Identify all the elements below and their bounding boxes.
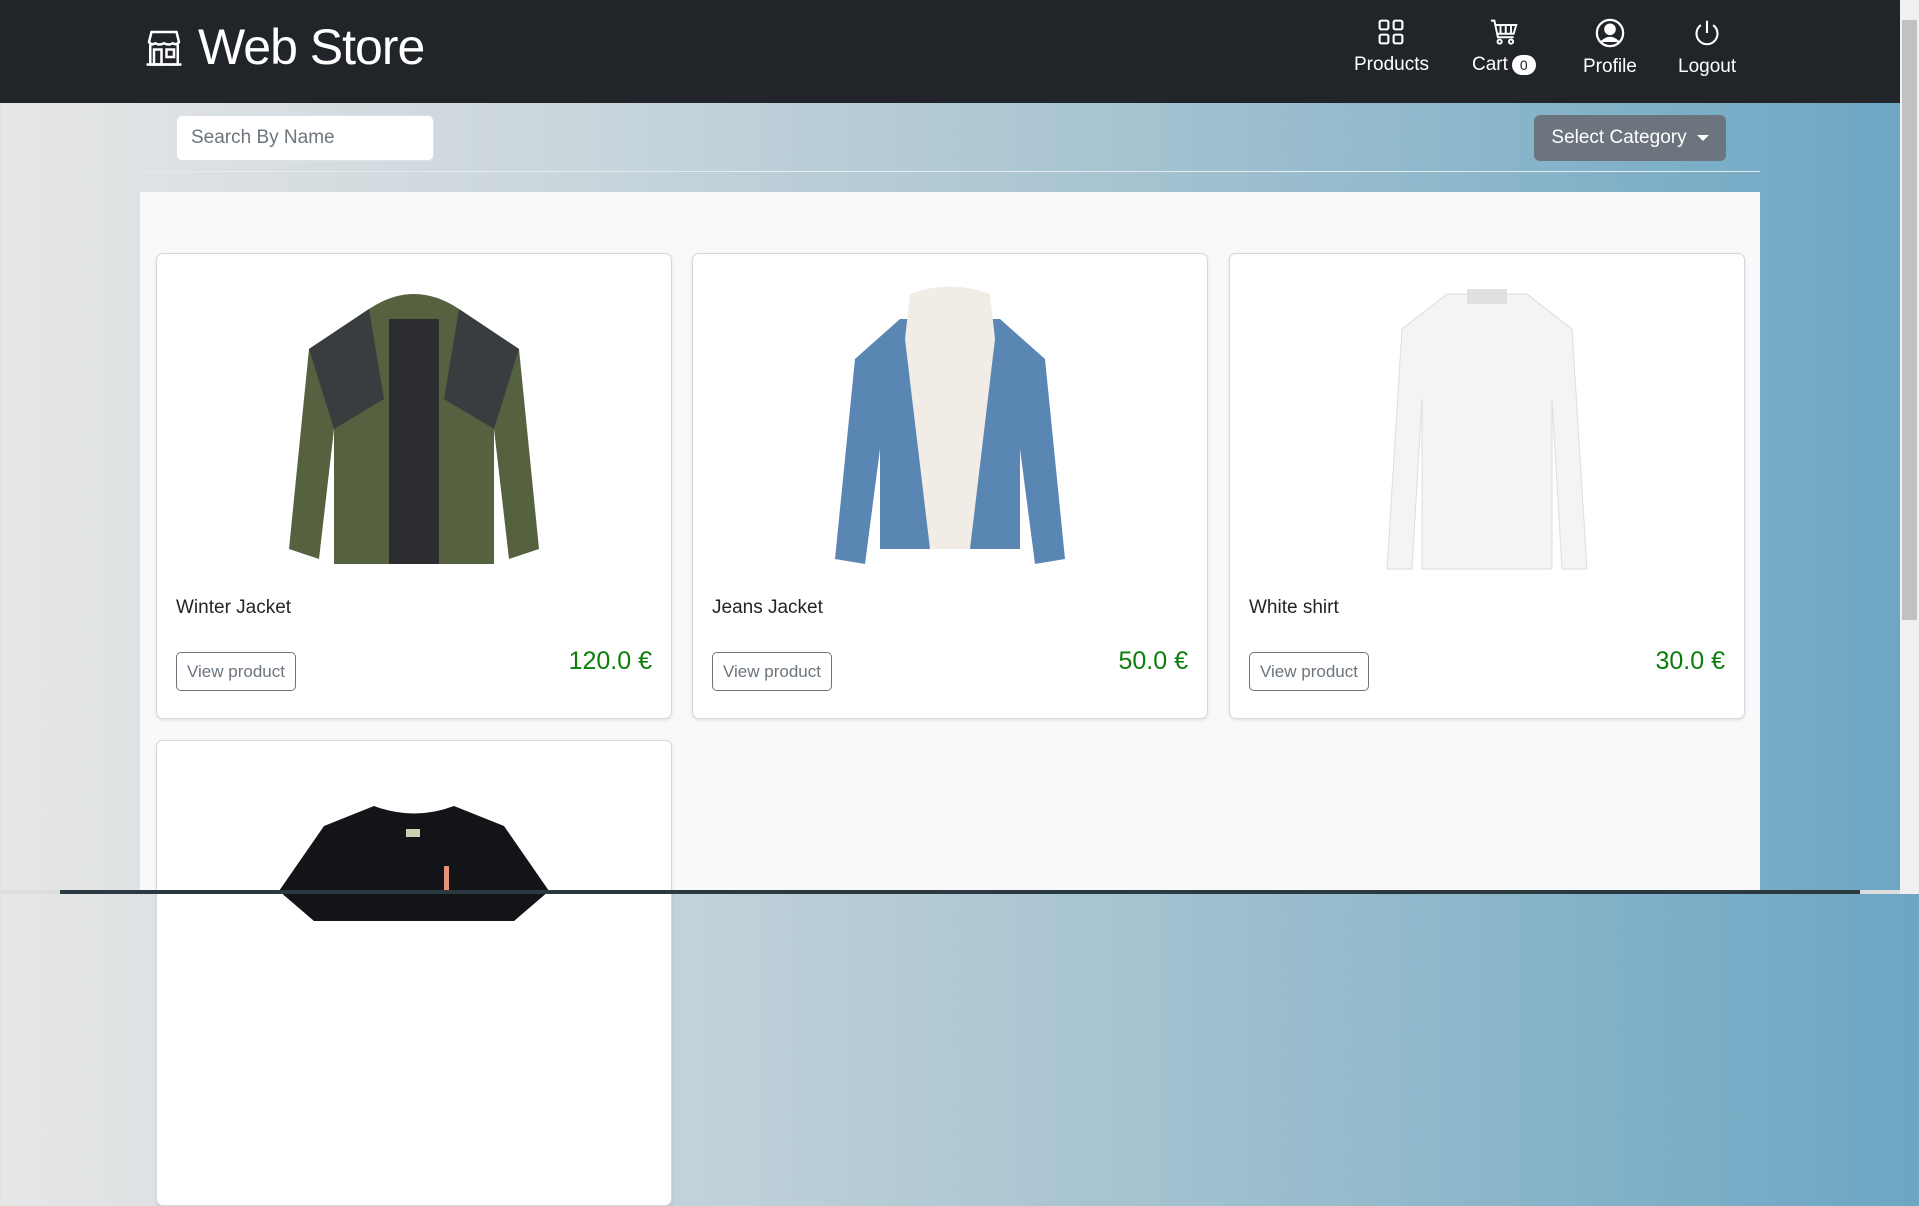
grid-icon — [1379, 19, 1404, 45]
horizontal-scrollbar[interactable] — [0, 890, 1900, 894]
product-name: Jeans Jacket — [712, 597, 823, 618]
cart-icon — [1490, 19, 1518, 45]
caret-down-icon — [1696, 135, 1709, 141]
product-card — [156, 740, 672, 1206]
product-image — [157, 801, 671, 1101]
product-image — [1230, 279, 1744, 579]
product-name: Winter Jacket — [176, 597, 292, 618]
product-price: 120.0 € — [568, 647, 652, 675]
nav-cart[interactable]: Cart 0 — [1472, 18, 1536, 76]
category-label: Select Category — [1551, 127, 1687, 148]
cart-count-badge: 0 — [1511, 54, 1536, 75]
nav-label: Profile — [1583, 56, 1637, 77]
nav-products[interactable]: Products — [1354, 18, 1429, 76]
product-card: White shirt View product 30.0 € — [1229, 253, 1745, 719]
vertical-scrollbar[interactable] — [1900, 0, 1919, 894]
product-price: 50.0 € — [1118, 647, 1188, 675]
scrollbar-thumb[interactable] — [60, 890, 1860, 894]
power-icon — [1695, 20, 1719, 46]
product-card: Winter Jacket View product 120.0 € — [156, 253, 672, 719]
divider — [140, 171, 1760, 172]
search-input[interactable] — [176, 115, 434, 161]
select-category-dropdown[interactable]: Select Category — [1534, 115, 1726, 161]
nav-label: Cart — [1472, 54, 1508, 75]
product-image — [157, 279, 671, 579]
product-card: Jeans Jacket View product 50.0 € — [692, 253, 1208, 719]
brand-title: Web Store — [198, 19, 425, 75]
product-price: 30.0 € — [1655, 647, 1725, 675]
view-product-button[interactable]: View product — [1249, 652, 1369, 691]
product-name: White shirt — [1249, 597, 1339, 618]
nav-label: Products — [1354, 54, 1429, 75]
product-grid: Winter Jacket View product 120.0 € Jeans… — [140, 192, 1760, 1206]
user-circle-icon — [1595, 18, 1625, 48]
navbar: Web Store Products Cart 0 Profile Logout — [0, 0, 1900, 103]
view-product-button[interactable]: View product — [176, 652, 296, 691]
brand[interactable]: Web Store — [144, 18, 425, 76]
nav-profile[interactable]: Profile — [1583, 18, 1637, 78]
product-image — [693, 279, 1207, 579]
nav-label: Logout — [1678, 56, 1737, 77]
shop-icon — [146, 30, 182, 66]
view-product-button[interactable]: View product — [712, 652, 832, 691]
scrollbar-thumb[interactable] — [1902, 20, 1917, 620]
nav-logout[interactable]: Logout — [1678, 18, 1736, 78]
